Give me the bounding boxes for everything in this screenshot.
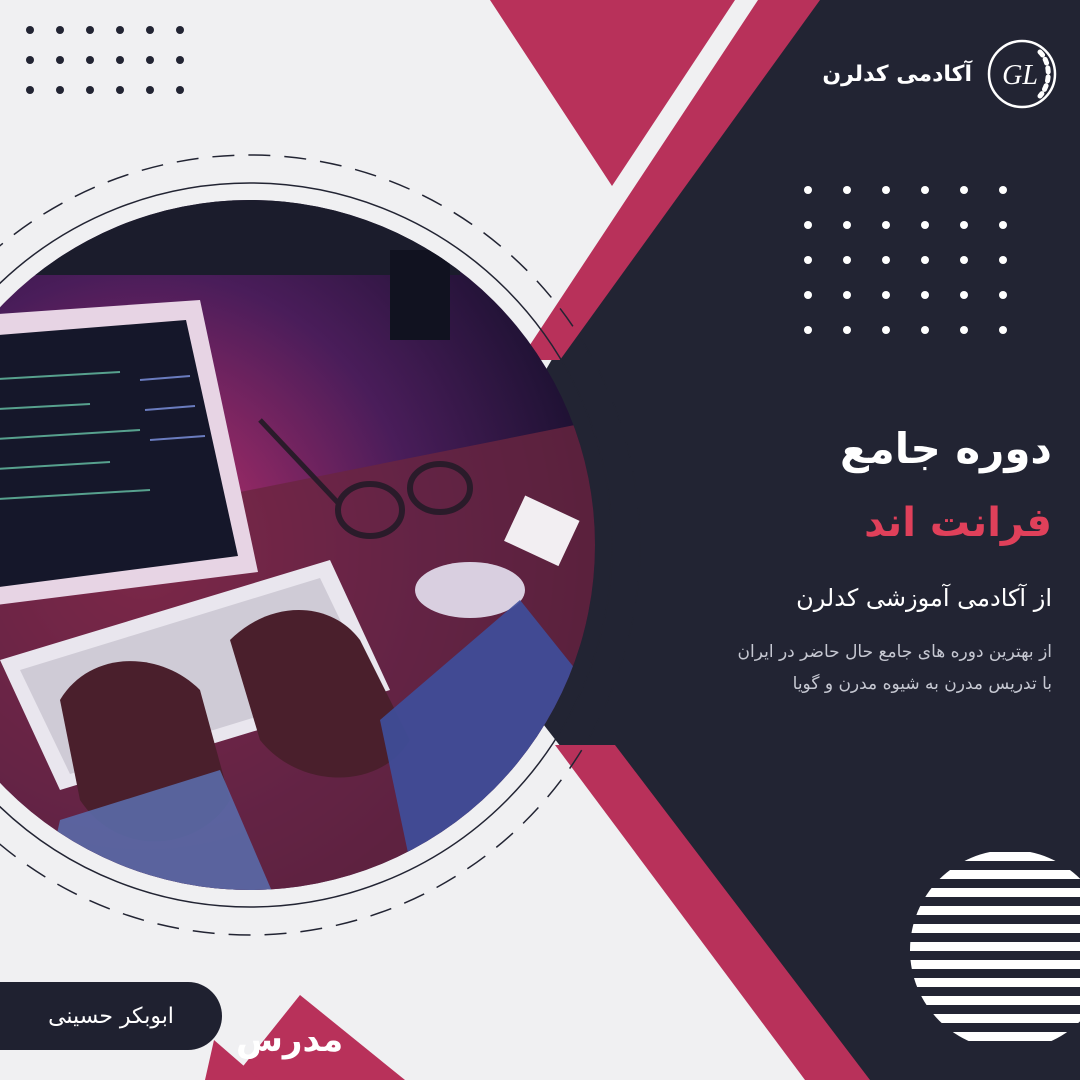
- brand-header: GL آکادمی کدلرن: [822, 38, 1058, 110]
- course-title: دوره جامع: [840, 424, 1052, 473]
- instructor-role-label: مدرس: [236, 1020, 344, 1060]
- codelearn-logo-icon: GL: [987, 39, 1057, 109]
- course-subtitle: از آکادمی آموزشی کدلرن: [796, 584, 1052, 612]
- laptop-keyboard-glasses-photo: [0, 200, 595, 890]
- course-subject: فرانت اند: [864, 500, 1052, 546]
- dot-grid-top-left: [26, 26, 184, 94]
- course-description: از بهترین دوره های جامع حال حاضر در ایرا…: [632, 636, 1052, 700]
- description-line-2: با تدریس مدرن به شیوه مدرن و گویا: [792, 674, 1052, 694]
- brand-name: آکادمی کدلرن: [822, 61, 972, 87]
- ad-poster: GL آکادمی کدلرن دوره جامع فرانت اند از آ…: [0, 0, 1080, 1080]
- instructor-name: ابوبکر حسینی: [48, 1003, 174, 1029]
- logo-letters: GL: [1002, 60, 1038, 91]
- description-line-1: از بهترین دوره های جامع حال حاضر در ایرا…: [737, 642, 1052, 662]
- instructor-badge: ابوبکر حسینی: [0, 982, 222, 1050]
